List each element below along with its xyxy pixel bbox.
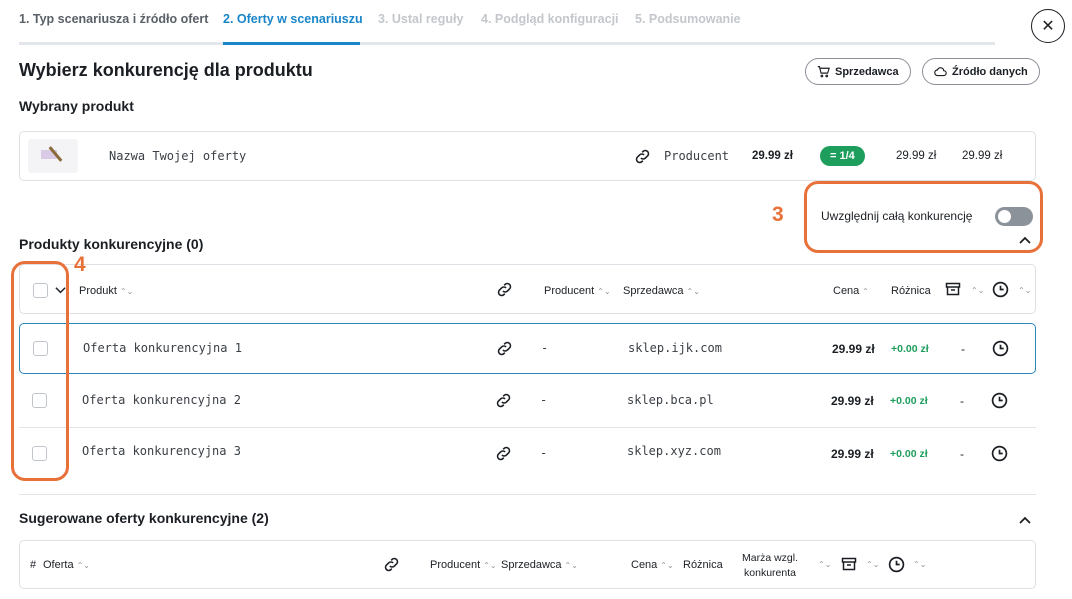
row-extra: -: [960, 394, 964, 408]
clock-sort-icon[interactable]: ⌃⌄: [1018, 286, 1031, 295]
clock-icon[interactable]: [991, 445, 1008, 467]
cart-icon: [817, 66, 830, 78]
step-1[interactable]: 1. Typ scenariusza i źródło ofert: [19, 12, 208, 26]
row-price: 29.99 zł: [832, 342, 875, 356]
column-seller-label: Sprzedawca: [501, 559, 562, 571]
column-product-label: Produkt: [79, 285, 117, 297]
column-producer-label: Producent: [430, 559, 481, 571]
column-margin[interactable]: Marża wzgl. konkurenta: [742, 551, 798, 581]
archive-icon[interactable]: [841, 556, 857, 577]
row-difference: +0.00 zł: [890, 395, 928, 407]
link-icon[interactable]: [634, 148, 651, 165]
step-5[interactable]: 5. Podsumowanie: [635, 12, 741, 26]
row-seller: sklep.xyz.com: [627, 444, 721, 458]
include-all-toggle[interactable]: [995, 207, 1033, 226]
row-price: 29.99 zł: [831, 394, 874, 408]
column-offer-label: Oferta: [43, 559, 74, 571]
selected-product-heading: Wybrany produkt: [19, 98, 134, 114]
margin-sort-icon[interactable]: ⌃⌄: [818, 560, 831, 569]
row-seller: sklep.ijk.com: [628, 341, 722, 355]
product-price-2: 29.99 zł: [896, 150, 937, 162]
page-title: Wybierz konkurencję dla produktu: [19, 60, 313, 80]
link-icon[interactable]: [495, 392, 512, 409]
clock-sort-icon[interactable]: ⌃⌄: [913, 560, 926, 569]
column-seller[interactable]: Sprzedawca ⌃⌄: [623, 285, 700, 297]
row-producer: -: [540, 446, 548, 460]
column-producer[interactable]: Producent ⌃⌄: [544, 285, 611, 297]
row-difference: +0.00 zł: [891, 343, 929, 355]
selected-product-card: Nazwa Twojej oferty Producent 29.99 zł =…: [19, 131, 1036, 181]
table-row[interactable]: Oferta konkurencyjna 1 - sklep.ijk.com 2…: [19, 323, 1036, 374]
step-2[interactable]: 2. Oferty w scenariuszu: [223, 12, 363, 26]
archive-sort-icon[interactable]: ⌃⌄: [971, 286, 984, 295]
position-badge: = 1/4: [820, 146, 865, 166]
column-offer[interactable]: Oferta ⌃⌄: [43, 559, 90, 571]
active-step-indicator: [223, 42, 360, 45]
row-producer: -: [540, 393, 548, 407]
column-seller[interactable]: Sprzedawca ⌃⌄: [501, 559, 578, 571]
table-row[interactable]: Oferta konkurencyjna 3 - sklep.xyz.com 2…: [19, 428, 1036, 479]
annotation-marker-3: 3: [772, 203, 784, 226]
seller-button[interactable]: Sprzedawca: [805, 58, 911, 85]
product-producer: Producent: [664, 149, 730, 163]
cloud-icon: [934, 67, 947, 77]
column-price-label: Cena: [631, 559, 658, 571]
row-difference: +0.00 zł: [890, 448, 928, 460]
annotation-box-checkboxes: [11, 261, 69, 481]
row-price: 29.99 zł: [831, 447, 874, 461]
suggested-header-row: # Oferta ⌃⌄ Producent ⌃⌄ Sprzedawca ⌃⌄ Cena…: [19, 540, 1036, 589]
column-seller-label: Sprzedawca: [623, 285, 684, 297]
column-difference-label: Różnica: [891, 285, 931, 297]
table-row[interactable]: Oferta konkurencyjna 2 - sklep.bca.pl 29…: [19, 376, 1036, 427]
suggested-heading: Sugerowane oferty konkurencyjne (2): [19, 510, 269, 526]
row-extra: -: [960, 447, 964, 461]
column-difference: Różnica: [683, 559, 723, 571]
row-extra: -: [961, 342, 965, 356]
product-name: Nazwa Twojej oferty: [109, 149, 247, 163]
row-offer-name: Oferta konkurencyjna 3: [82, 444, 241, 458]
archive-sort-icon[interactable]: ⌃⌄: [866, 560, 879, 569]
column-price[interactable]: Cena ⌃⌄: [631, 559, 674, 571]
step-3[interactable]: 3. Ustal reguły: [378, 12, 463, 26]
column-link-icon: [496, 281, 513, 298]
row-offer-name: Oferta konkurencyjna 1: [83, 341, 242, 355]
link-icon[interactable]: [496, 340, 513, 357]
column-difference[interactable]: Różnica: [891, 285, 931, 297]
collapse-chevron-icon[interactable]: [1019, 233, 1031, 248]
clock-icon[interactable]: [992, 340, 1009, 362]
row-offer-name: Oferta konkurencyjna 2: [82, 393, 241, 407]
column-producer-label: Producent: [544, 285, 595, 297]
column-hash: #: [30, 559, 37, 571]
step-4[interactable]: 4. Podgląd konfiguracji: [481, 12, 619, 26]
link-icon[interactable]: [495, 445, 512, 462]
column-price[interactable]: Cena ⌃: [833, 285, 869, 297]
collapse-chevron-icon[interactable]: [1019, 512, 1031, 530]
data-source-button[interactable]: Źródło danych: [922, 58, 1040, 85]
column-margin-label-1: Marża wzgl.: [742, 552, 799, 564]
annotation-marker-4: 4: [74, 253, 86, 276]
column-margin-label-2: konkurenta: [744, 567, 796, 579]
close-button[interactable]: ✕: [1031, 9, 1065, 43]
seller-button-label: Sprzedawca: [835, 65, 899, 78]
competitors-header-row: Produkt ⌃⌄ Producent ⌃⌄ Sprzedawca ⌃⌄ Cena ⌃…: [19, 264, 1036, 314]
include-all-label: Uwzględnij całą konkurencję: [821, 209, 973, 223]
product-price: 29.99 zł: [752, 150, 793, 162]
product-price-3: 29.99 zł: [962, 150, 1003, 162]
column-price-label: Cena: [833, 285, 860, 297]
row-producer: -: [541, 341, 549, 355]
column-product[interactable]: Produkt ⌃⌄: [79, 285, 133, 297]
section-divider: [19, 494, 1036, 495]
clock-icon[interactable]: [992, 281, 1009, 303]
column-producer[interactable]: Producent ⌃⌄: [430, 559, 497, 571]
close-icon: ✕: [1041, 18, 1055, 35]
archive-icon[interactable]: [945, 281, 961, 302]
product-thumbnail: [28, 139, 78, 173]
clock-icon[interactable]: [991, 392, 1008, 414]
data-source-button-label: Źródło danych: [952, 65, 1028, 78]
clock-icon[interactable]: [888, 556, 905, 578]
stepper: 1. Typ scenariusza i źródło ofert 2. Ofe…: [19, 0, 995, 45]
column-link-icon: [383, 556, 400, 573]
competitors-heading: Produkty konkurencyjne (0): [19, 236, 204, 252]
row-seller: sklep.bca.pl: [627, 393, 714, 407]
